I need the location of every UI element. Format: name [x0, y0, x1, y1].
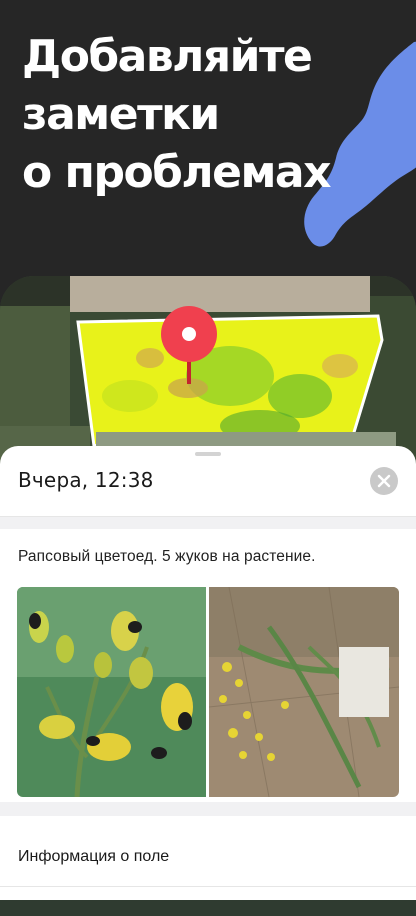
- close-button[interactable]: [370, 467, 398, 495]
- note-photo[interactable]: [17, 587, 206, 797]
- section-divider: [0, 802, 416, 816]
- hero-title-line: Добавляйте: [22, 31, 313, 82]
- sheet-grabber[interactable]: [195, 452, 221, 456]
- note-bottom-sheet: Вчера, 12:38 Рапсовый цветоед. 5 жуков н…: [0, 446, 416, 900]
- field-info-label: Информация о поле: [18, 848, 170, 865]
- note-text: Рапсовый цветоед. 5 жуков на растение.: [18, 548, 316, 565]
- note-photo[interactable]: [209, 587, 399, 797]
- hero-title-line: о проблемах: [22, 147, 332, 198]
- hero-title: Добавляйте заметки о проблемах: [22, 28, 382, 202]
- close-icon: [377, 474, 391, 488]
- hero-title-line: заметки: [22, 89, 220, 140]
- note-date: Вчера, 12:38: [18, 468, 154, 492]
- section-divider: [0, 516, 416, 529]
- field-info-row[interactable]: Информация о поле: [0, 838, 416, 887]
